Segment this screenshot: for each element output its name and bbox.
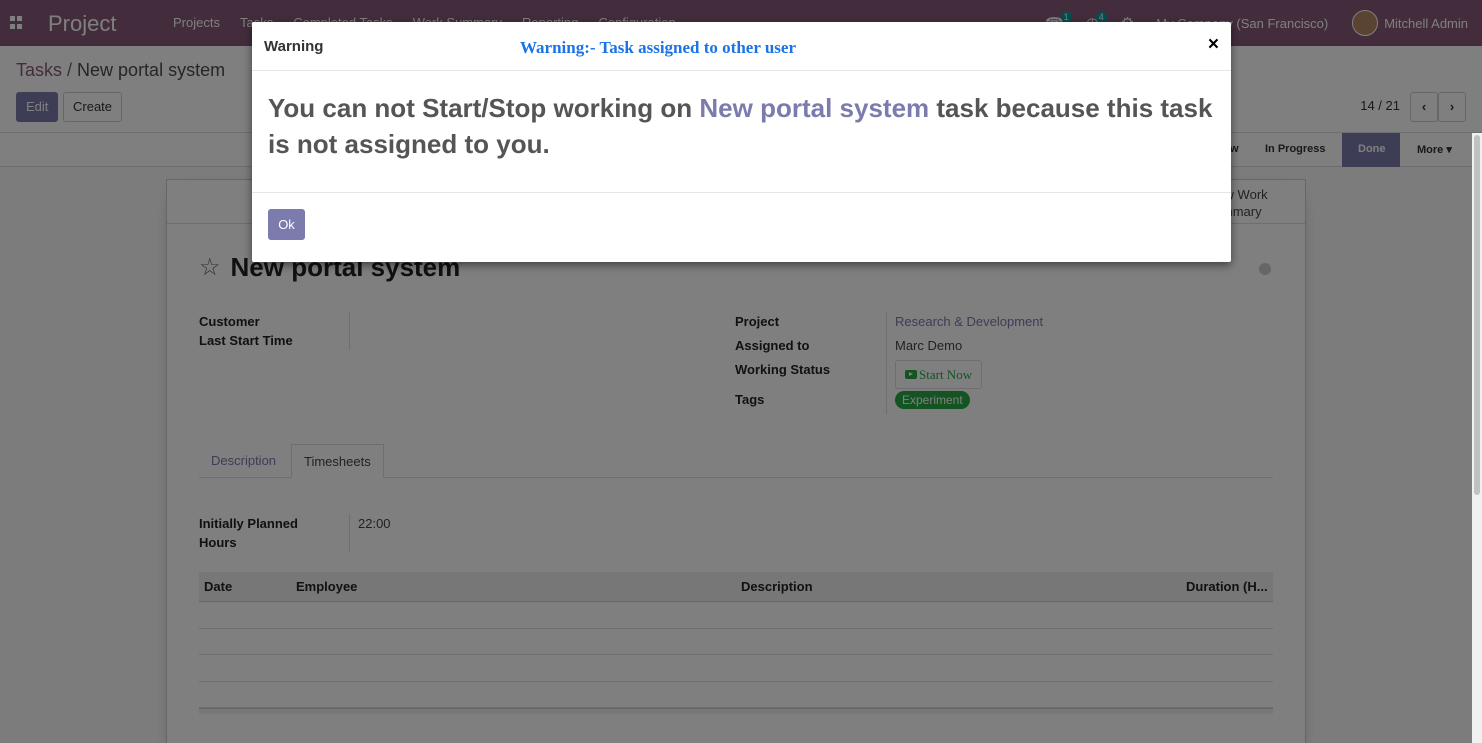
dialog-subtitle: Warning:- Task assigned to other user	[520, 38, 796, 57]
dialog-title: Warning	[264, 38, 324, 55]
ok-button[interactable]: Ok	[268, 209, 305, 240]
scrollbar[interactable]	[1472, 133, 1482, 743]
dialog-footer: Ok	[252, 192, 1231, 262]
scrollbar-thumb[interactable]	[1474, 135, 1480, 495]
dialog-message: You can not Start/Stop working on New po…	[268, 90, 1218, 162]
message-task-name: New portal system	[699, 93, 930, 123]
dialog-header: Warning Warning:- Task assigned to other…	[252, 22, 1231, 71]
warning-dialog: Warning Warning:- Task assigned to other…	[252, 22, 1231, 262]
message-part-before: You can not Start/Stop working on	[268, 93, 700, 123]
close-icon[interactable]: ×	[1208, 34, 1219, 56]
